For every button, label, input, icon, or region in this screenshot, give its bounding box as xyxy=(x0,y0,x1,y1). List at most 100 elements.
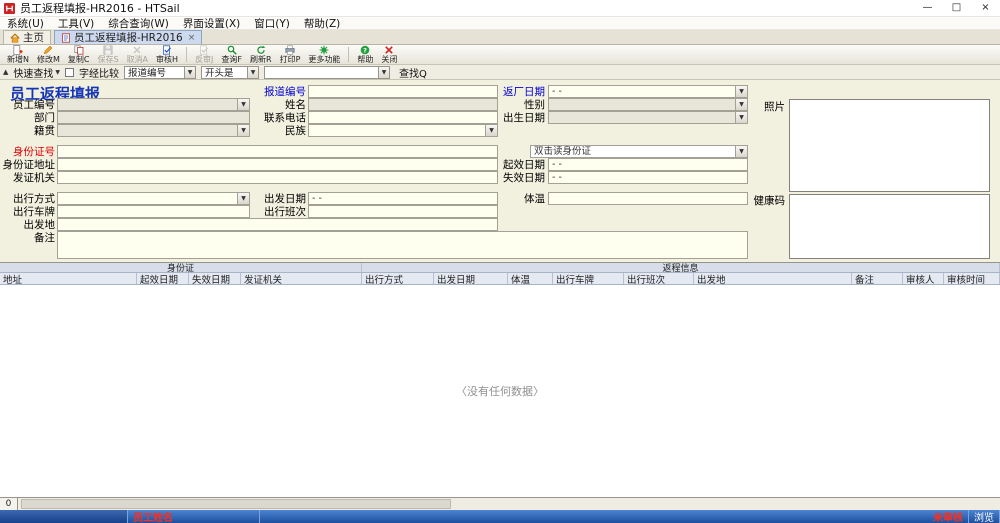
photo-label: 照片 xyxy=(755,101,785,114)
toolbar-separator xyxy=(186,47,187,62)
search-value-input[interactable] xyxy=(265,67,389,78)
dropdown-arrow-icon[interactable]: ▼ xyxy=(247,67,258,78)
app-icon xyxy=(4,3,15,14)
dropdown-arrow-icon[interactable]: ▼ xyxy=(485,125,497,136)
toolbar-button-print[interactable]: 打印P xyxy=(276,45,305,65)
travel-mode-select[interactable]: ▼ xyxy=(57,192,250,205)
gender-select[interactable]: ▼ xyxy=(548,98,748,111)
menu-item-6[interactable]: 帮助(Z) xyxy=(297,16,347,31)
search-field-value: 报道编号 xyxy=(128,65,166,79)
toolbar-button-edit[interactable]: 修改M xyxy=(33,45,64,65)
depart-place-input[interactable] xyxy=(57,218,498,231)
dropdown-arrow-icon[interactable]: ▼ xyxy=(184,67,195,78)
dept-input[interactable] xyxy=(57,111,250,124)
health-code-box xyxy=(789,194,990,259)
grid-column-header-11[interactable]: 备注 xyxy=(852,273,903,284)
scrollbar-thumb[interactable] xyxy=(21,499,451,509)
maximize-button[interactable]: □ xyxy=(942,0,971,17)
id-no-input[interactable] xyxy=(57,145,498,158)
valid-to-input[interactable]: - - xyxy=(548,171,748,184)
collapse-panel-icon[interactable]: ▲ xyxy=(3,68,8,76)
grid-column-header-2[interactable]: 起效日期 xyxy=(137,273,189,284)
edit-icon xyxy=(43,45,53,55)
grid-column-header-3[interactable]: 失效日期 xyxy=(189,273,241,284)
dropdown-arrow-icon[interactable]: ▼ xyxy=(735,112,747,123)
toolbar-button-help[interactable]: ?帮助 xyxy=(353,45,377,65)
toolbar-button-copy[interactable]: 复制C xyxy=(64,45,94,65)
window-title: 员工返程填报-HR2016 - HTSail xyxy=(20,0,180,16)
id-addr-input[interactable] xyxy=(57,158,498,171)
menu-item-2[interactable]: 工具(V) xyxy=(51,16,101,31)
minimize-button[interactable]: — xyxy=(913,0,942,17)
toolbar-button-save[interactable]: 保存S xyxy=(93,45,122,65)
native-place-input[interactable]: ▼ xyxy=(57,124,250,137)
grid-group-header: 身份证 xyxy=(0,263,362,272)
plate-input[interactable] xyxy=(57,205,250,218)
emp-no-label: 员工编号 xyxy=(0,99,55,112)
home-icon xyxy=(10,33,20,43)
dropdown-arrow-icon[interactable]: ▼ xyxy=(735,86,747,97)
grid-column-header-10[interactable]: 出发地 xyxy=(694,273,852,284)
tab-home[interactable]: 主页 xyxy=(3,30,51,44)
dropdown-arrow-icon[interactable]: ▼ xyxy=(735,99,747,110)
toolbar-button-new[interactable]: 新增N xyxy=(3,45,33,65)
find-button[interactable]: 查找Q xyxy=(395,65,431,80)
grid-column-header-6[interactable]: 出发日期 xyxy=(434,273,508,284)
grid-column-header-4[interactable]: 发证机关 xyxy=(241,273,362,284)
issuer-label: 发证机关 xyxy=(0,172,55,185)
save-icon xyxy=(103,45,113,55)
refresh-icon xyxy=(256,45,266,55)
valid-from-input[interactable]: - - xyxy=(548,158,748,171)
grid-group-row: 身份证返程信息 xyxy=(0,263,1000,273)
toolbar-button-audit[interactable]: 审核H xyxy=(152,45,182,65)
return-date-label: 返厂日期 xyxy=(491,86,545,99)
return-date-input[interactable]: - -▼ xyxy=(548,85,748,98)
unaudit-icon xyxy=(199,45,209,55)
grid-column-header-5[interactable]: 出行方式 xyxy=(362,273,434,284)
temperature-input[interactable] xyxy=(548,192,748,205)
issuer-input[interactable] xyxy=(57,171,498,184)
menu-item-3[interactable]: 综合查询(W) xyxy=(101,16,176,31)
grid-column-header-12[interactable]: 审核人 xyxy=(903,273,944,284)
grid-column-header-1[interactable]: 地址 xyxy=(0,273,137,284)
grid-group-header: 返程信息 xyxy=(362,263,1000,272)
toolbar-button-query[interactable]: 查询F xyxy=(217,45,246,65)
dept-label: 部门 xyxy=(0,112,55,125)
depart-date-input[interactable]: - - xyxy=(308,192,498,205)
ethnicity-select[interactable]: ▼ xyxy=(308,124,498,137)
menu-item-4[interactable]: 界面设置(X) xyxy=(176,16,247,31)
query-icon xyxy=(227,45,237,55)
grid-column-header-13[interactable]: 审核时间 xyxy=(944,273,1000,284)
quick-search-toggle[interactable]: 快速查找 ▼ xyxy=(13,65,60,80)
search-field-select[interactable]: 报道编号 ▼ xyxy=(124,66,196,79)
id-no-label: 身份证号 xyxy=(0,146,55,159)
grid-column-header-7[interactable]: 体温 xyxy=(508,273,553,284)
shift-input[interactable] xyxy=(308,205,498,218)
grid-column-header-9[interactable]: 出行班次 xyxy=(624,273,694,284)
grid-column-header-8[interactable]: 出行车牌 xyxy=(553,273,624,284)
toolbar-button-unaudit[interactable]: 反审J xyxy=(191,45,217,65)
birth-date-input[interactable]: ▼ xyxy=(548,111,748,124)
tab-current[interactable]: 员工返程填报-HR2016 × xyxy=(54,30,202,44)
remark-textarea[interactable] xyxy=(57,231,748,259)
toolbar: 新增N修改M复制C保存S取消A审核H 反审J查询F刷新R打印P更多功能 ?帮助关闭 xyxy=(0,45,1000,65)
phone-input[interactable] xyxy=(308,111,498,124)
toolbar-button-close[interactable]: 关闭 xyxy=(377,45,401,65)
tab-close-icon[interactable]: × xyxy=(188,33,196,43)
report-no-input[interactable] xyxy=(308,85,498,98)
toolbar-button-more[interactable]: 更多功能 xyxy=(304,45,344,65)
menu-item-1[interactable]: 系统(U) xyxy=(0,16,51,31)
emp-no-input[interactable]: ▼ xyxy=(57,98,250,111)
search-operator-select[interactable]: 开头是 ▼ xyxy=(201,66,259,79)
toolbar-button-cancel[interactable]: 取消A xyxy=(123,45,152,65)
dropdown-arrow-icon[interactable]: ▼ xyxy=(735,146,747,157)
grid-body[interactable]: 〈没有任何数据〉 xyxy=(0,285,1000,498)
name-input[interactable] xyxy=(308,98,498,111)
close-button[interactable]: × xyxy=(971,0,1000,17)
menu-item-5[interactable]: 窗口(Y) xyxy=(247,16,297,31)
read-id-combo[interactable]: 双击读身份证▼ xyxy=(530,145,748,158)
dropdown-arrow-icon[interactable]: ▼ xyxy=(378,67,389,78)
status-spacer xyxy=(260,510,928,523)
toolbar-button-refresh[interactable]: 刷新R xyxy=(246,45,276,65)
compare-checkbox[interactable] xyxy=(65,68,74,77)
